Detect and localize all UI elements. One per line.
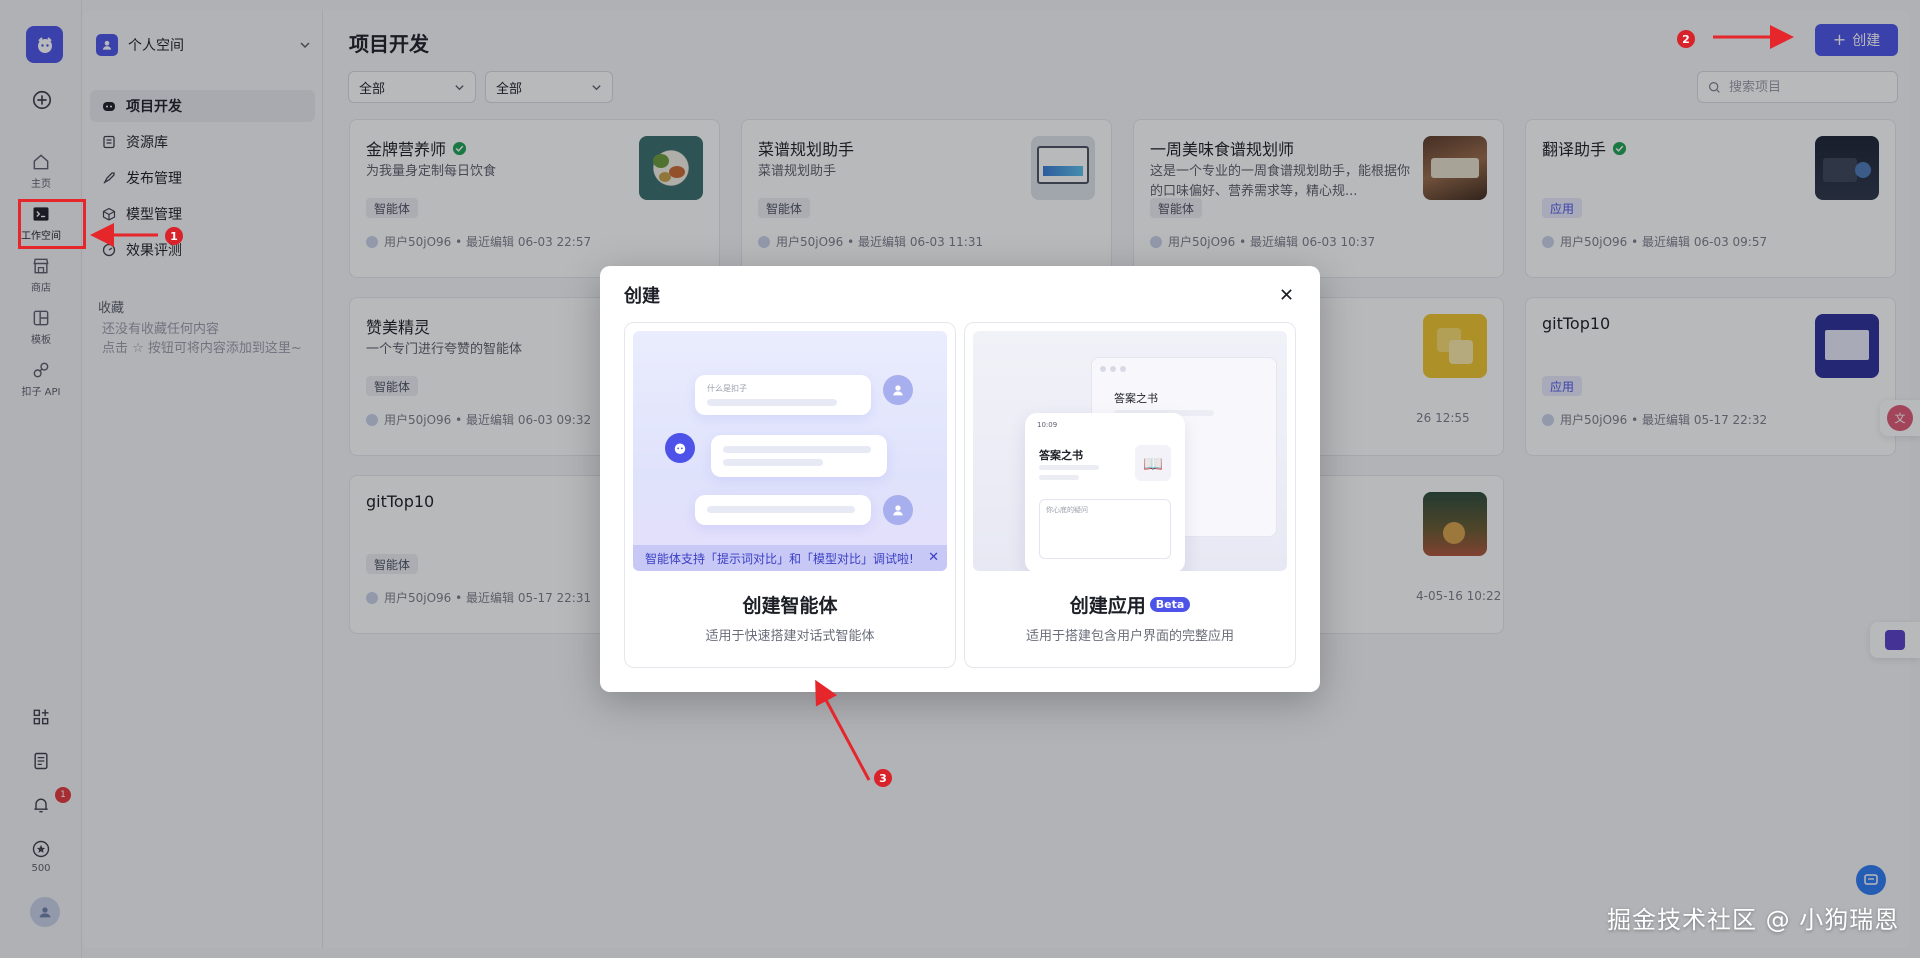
annotation-number-3: 3	[874, 769, 892, 787]
watermark-text: 掘金技术社区 @ 小狗瑞恩	[1607, 906, 1900, 934]
agent-option-title: 创建智能体	[742, 595, 838, 617]
app-preview-image: 答案之书 10:09 答案之书 📖 你心底的疑问	[973, 331, 1287, 571]
dialog-title: 创建	[624, 286, 660, 307]
book-icon: 📖	[1135, 445, 1171, 481]
preview-window-title: 答案之书	[1114, 392, 1158, 405]
close-icon	[1280, 288, 1292, 300]
annotation-number-2: 2	[1677, 30, 1695, 48]
preview-phone-time: 10:09	[1037, 421, 1058, 429]
beta-badge: Beta	[1149, 597, 1191, 612]
preview-bot-avatar	[665, 433, 695, 463]
preview-user-avatar	[883, 495, 913, 525]
preview-answer-bubble	[711, 435, 887, 477]
create-app-option[interactable]: 答案之书 10:09 答案之书 📖 你心底的疑问 创建应用 Beta 适用于搭建包…	[964, 322, 1296, 668]
annotation-number-1: 1	[165, 227, 183, 245]
app-option-title-text: 创建应用	[1069, 595, 1146, 617]
feature-banner: 智能体支持「提示词对比」和「模型对比」调试啦! ✕	[633, 545, 947, 571]
preview-phone: 10:09 答案之书 📖 你心底的疑问	[1025, 413, 1185, 571]
preview-question-bubble-2	[695, 495, 871, 525]
banner-close-icon[interactable]: ✕	[928, 550, 939, 565]
app-option-title: 创建应用 Beta	[965, 591, 1295, 618]
agent-preview-image: 什么是扣子 智能体支持「提示词对比」和「模型对比」调试啦! ✕	[633, 331, 947, 571]
dialog-close-button[interactable]	[1276, 284, 1296, 304]
create-dialog: 创建 什么是扣子 智能体支持「提示词对比」和「模型对比」调试啦! ✕ 创建智能体…	[600, 266, 1320, 692]
preview-user-avatar	[883, 375, 913, 405]
annotation-highlight-box	[18, 199, 86, 249]
preview-phone-input: 你心底的疑问	[1046, 506, 1088, 514]
app-option-desc: 适用于搭建包含用户界面的完整应用	[1025, 629, 1234, 644]
preview-question-bubble: 什么是扣子	[695, 375, 871, 415]
create-agent-option[interactable]: 什么是扣子 智能体支持「提示词对比」和「模型对比」调试啦! ✕ 创建智能体 适用…	[624, 322, 956, 668]
preview-question-text: 什么是扣子	[707, 384, 747, 393]
banner-text: 智能体支持「提示词对比」和「模型对比」调试啦!	[645, 551, 914, 566]
preview-phone-title: 答案之书	[1039, 449, 1083, 462]
agent-option-desc: 适用于快速搭建对话式智能体	[705, 629, 875, 644]
